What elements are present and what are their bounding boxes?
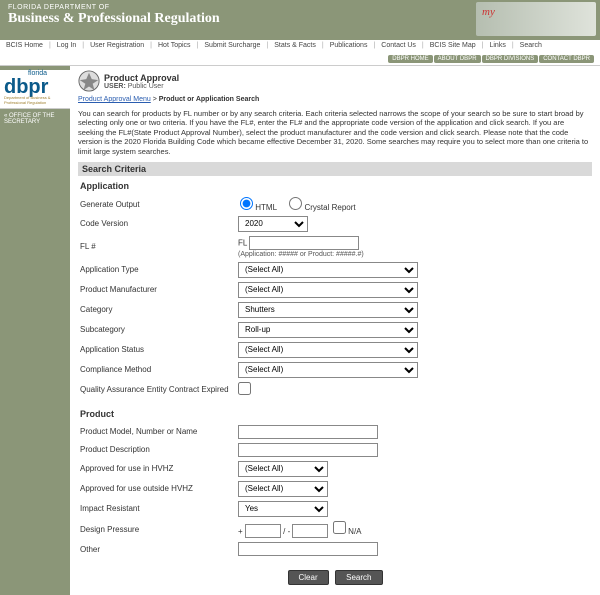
app-type-label: Application Type: [78, 265, 238, 274]
code-version-select[interactable]: 2020: [238, 216, 308, 232]
nav-sitemap[interactable]: BCIS Site Map: [430, 42, 476, 49]
nav-surcharge[interactable]: Submit Surcharge: [204, 42, 260, 49]
nav-links[interactable]: Links: [489, 42, 505, 49]
tab-about[interactable]: ABOUT DBPR: [434, 55, 481, 63]
manufacturer-label: Product Manufacturer: [78, 285, 238, 294]
in-hvhz-select[interactable]: (Select All): [238, 461, 328, 477]
app-type-select[interactable]: (Select All): [238, 262, 418, 278]
search-criteria-header: Search Criteria: [78, 162, 592, 176]
sidebar: florida dbpr Department of Business & Pr…: [0, 66, 70, 595]
tab-contact[interactable]: CONTACT DBPR: [539, 55, 594, 63]
intro-text: You can search for products by FL number…: [78, 109, 592, 156]
nav-bcis-home[interactable]: BCIS Home: [6, 42, 43, 49]
category-select[interactable]: Shutters: [238, 302, 418, 318]
code-version-label: Code Version: [78, 219, 238, 228]
logo: florida dbpr Department of Business & Pr…: [0, 70, 70, 109]
nav-publications[interactable]: Publications: [330, 42, 368, 49]
nav-hot-topics[interactable]: Hot Topics: [158, 42, 191, 49]
nav-search[interactable]: Search: [520, 42, 542, 49]
other-input[interactable]: [238, 542, 378, 556]
banner-image: [476, 2, 596, 36]
clear-button[interactable]: Clear: [288, 570, 329, 585]
nav-user-reg[interactable]: User Registration: [90, 42, 144, 49]
output-crystal-radio[interactable]: [289, 197, 302, 210]
design-pressure-pos-input[interactable]: [245, 524, 281, 538]
model-label: Product Model, Number or Name: [78, 427, 238, 436]
header-banner: FLORIDA DEPARTMENT OF Business & Profess…: [0, 0, 600, 40]
product-header: Product: [78, 401, 592, 425]
model-input[interactable]: [238, 425, 378, 439]
header-tabs: DBPR HOME ABOUT DBPR DBPR DIVISIONS CONT…: [388, 55, 594, 63]
breadcrumb-menu-link[interactable]: Product Approval Menu: [78, 96, 151, 103]
category-label: Category: [78, 305, 238, 314]
tab-divisions[interactable]: DBPR DIVISIONS: [482, 55, 539, 63]
fl-label: FL #: [78, 242, 238, 251]
description-input[interactable]: [238, 443, 378, 457]
breadcrumb-current: Product or Application Search: [159, 96, 259, 103]
nav-login[interactable]: Log In: [57, 42, 76, 49]
product-approval-icon: [78, 70, 100, 92]
breadcrumb: Product Approval Menu > Product or Appli…: [78, 96, 592, 103]
design-pressure-na-checkbox[interactable]: [333, 521, 346, 534]
app-status-select[interactable]: (Select All): [238, 342, 418, 358]
tab-dbpr-home[interactable]: DBPR HOME: [388, 55, 432, 63]
qa-expired-checkbox[interactable]: [238, 382, 251, 395]
impact-label: Impact Resistant: [78, 504, 238, 513]
page-title: Product Approval: [104, 73, 179, 83]
main-content: Product Approval USER: Public User Produ…: [70, 66, 600, 595]
manufacturer-select[interactable]: (Select All): [238, 282, 418, 298]
other-label: Other: [78, 545, 238, 554]
subcategory-select[interactable]: Roll-up: [238, 322, 418, 338]
design-pressure-label: Design Pressure: [78, 525, 238, 534]
compliance-select[interactable]: (Select All): [238, 362, 418, 378]
fl-hint: (Application: ##### or Product: #####.#): [238, 251, 592, 258]
subcategory-label: Subcategory: [78, 325, 238, 334]
nav-contact[interactable]: Contact Us: [381, 42, 416, 49]
design-pressure-neg-input[interactable]: [292, 524, 328, 538]
output-html-radio[interactable]: [240, 197, 253, 210]
search-button[interactable]: Search: [335, 570, 382, 585]
fl-number-input[interactable]: [249, 236, 359, 250]
generate-output-label: Generate Output: [78, 200, 238, 209]
top-nav: BCIS Home| Log In| User Registration| Ho…: [0, 40, 600, 66]
nav-stats[interactable]: Stats & Facts: [274, 42, 316, 49]
compliance-label: Compliance Method: [78, 365, 238, 374]
application-header: Application: [78, 179, 592, 197]
in-hvhz-label: Approved for use in HVHZ: [78, 464, 238, 473]
impact-select[interactable]: Yes: [238, 501, 328, 517]
app-status-label: Application Status: [78, 345, 238, 354]
out-hvhz-label: Approved for use outside HVHZ: [78, 484, 238, 493]
qa-expired-label: Quality Assurance Entity Contract Expire…: [78, 385, 238, 394]
out-hvhz-select[interactable]: (Select All): [238, 481, 328, 497]
description-label: Product Description: [78, 445, 238, 454]
sidebar-office-link[interactable]: « OFFICE OF THE SECRETARY: [0, 109, 70, 129]
user-line: USER: Public User: [104, 83, 179, 90]
